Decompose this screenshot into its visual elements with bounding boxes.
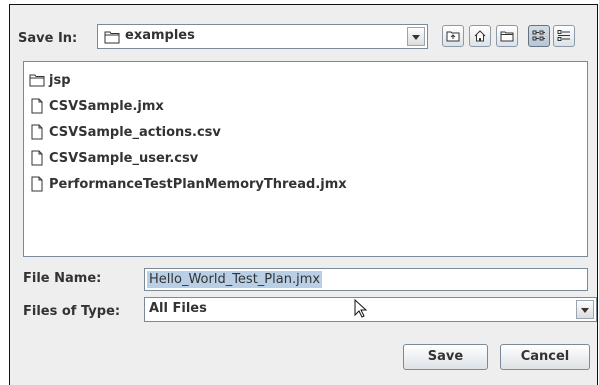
- chevron-down-icon[interactable]: [576, 300, 594, 319]
- save-button[interactable]: Save: [403, 344, 488, 370]
- save-in-combo[interactable]: examples: [97, 24, 428, 49]
- mouse-cursor-icon: [354, 299, 368, 318]
- list-view-icon: [532, 30, 545, 41]
- file-name-value: Hello_World_Test_Plan.jmx: [147, 271, 323, 288]
- list-item[interactable]: CSVSample_actions.csv: [29, 122, 221, 142]
- file-icon: [31, 176, 43, 192]
- folder-icon: [104, 31, 120, 44]
- details-view-icon: [557, 30, 570, 41]
- up-folder-icon: [446, 31, 460, 42]
- file-name-input[interactable]: Hello_World_Test_Plan.jmx: [144, 268, 588, 291]
- list-item[interactable]: jsp: [29, 70, 71, 90]
- list-item-label: CSVSample.jmx: [49, 98, 164, 114]
- file-list[interactable]: jsp CSVSample.jmx CSVSample_actions.csv …: [23, 61, 588, 257]
- details-view-button[interactable]: [553, 25, 575, 47]
- list-item-label: CSVSample_user.csv: [49, 150, 199, 166]
- chevron-down-icon[interactable]: [407, 27, 425, 46]
- home-button[interactable]: [469, 25, 491, 47]
- list-item-label: jsp: [49, 72, 71, 88]
- files-of-type-combo[interactable]: All Files: [144, 297, 597, 322]
- file-name-label: File Name:: [23, 271, 102, 286]
- new-folder-button[interactable]: [496, 25, 518, 47]
- new-folder-icon: [500, 31, 514, 42]
- folder-icon: [29, 74, 45, 87]
- files-of-type-label: Files of Type:: [23, 304, 121, 319]
- file-icon: [31, 98, 43, 114]
- list-item[interactable]: CSVSample.jmx: [29, 96, 164, 116]
- save-in-value: examples: [125, 28, 195, 43]
- file-icon: [31, 150, 43, 166]
- up-one-level-button[interactable]: [442, 25, 464, 47]
- save-in-label: Save In:: [18, 31, 78, 46]
- list-item-label: PerformanceTestPlanMemoryThread.jmx: [49, 176, 347, 192]
- cancel-button[interactable]: Cancel: [500, 344, 590, 370]
- list-item-label: CSVSample_actions.csv: [49, 124, 221, 140]
- home-icon: [474, 30, 486, 42]
- files-of-type-value: All Files: [149, 301, 207, 316]
- save-dialog: Save In: examples jsp CSVSample.jmx CSVS…: [9, 4, 598, 385]
- list-item[interactable]: CSVSample_user.csv: [29, 148, 198, 168]
- file-icon: [31, 124, 43, 140]
- list-item[interactable]: PerformanceTestPlanMemoryThread.jmx: [29, 174, 347, 194]
- list-view-button[interactable]: [528, 25, 550, 47]
